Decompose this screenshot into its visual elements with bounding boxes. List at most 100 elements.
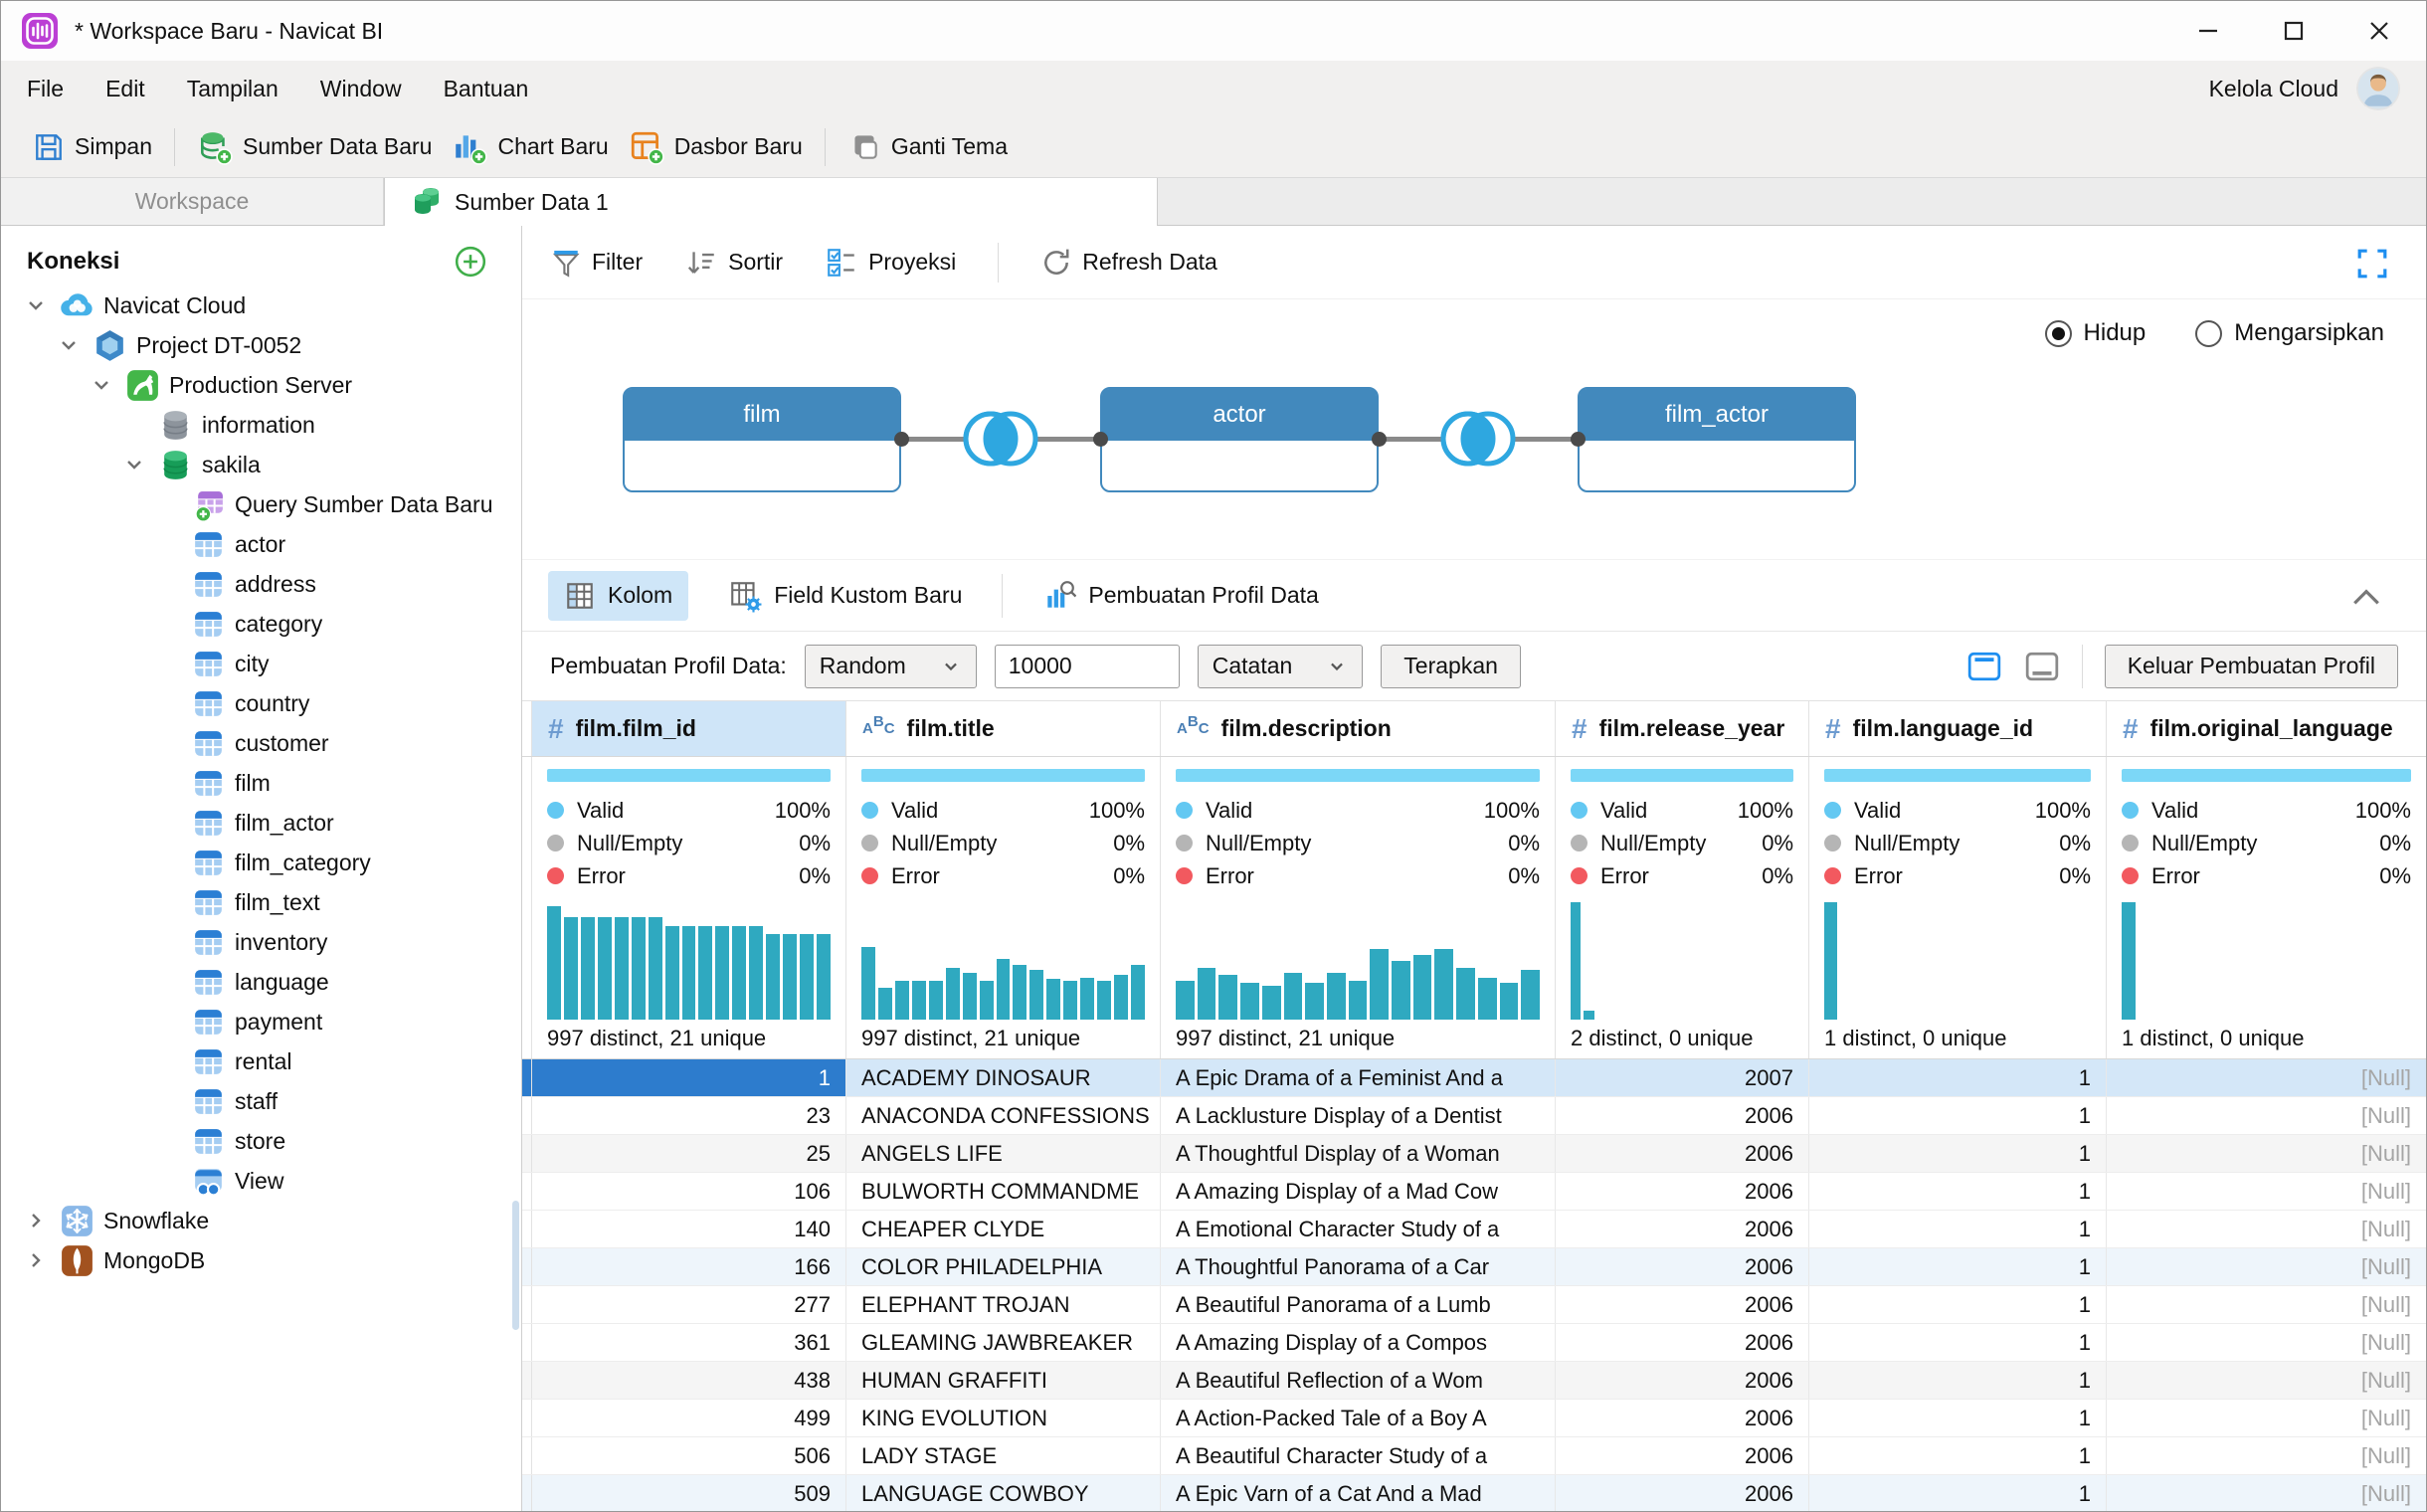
table-row[interactable]: 140CHEAPER CLYDEA Emotional Character St… [522,1211,2426,1248]
tree-item-project-dt-0052[interactable]: Project DT-0052 [1,325,521,365]
tree-item-address[interactable]: address [1,564,521,604]
tree-item-snowflake[interactable]: Snowflake [1,1201,521,1240]
cell-film.release_year[interactable]: 2006 [1556,1135,1809,1172]
cell-film.original_language[interactable]: [Null] [2107,1059,2426,1096]
entity-film[interactable]: film [623,387,901,492]
tab-workspace[interactable]: Workspace [1,178,384,225]
fullscreen-icon[interactable] [2356,248,2388,285]
cell-film.language_id[interactable]: 1 [1809,1248,2107,1285]
entity-film_actor[interactable]: film_actor [1578,387,1856,492]
cell-film.title[interactable]: ELEPHANT TROJAN [846,1286,1161,1323]
cell-film.description[interactable]: A Amazing Display of a Mad Cow [1161,1173,1556,1210]
cell-film.description[interactable]: A Action-Packed Tale of a Boy A [1161,1400,1556,1436]
cell-film.original_language[interactable]: [Null] [2107,1097,2426,1134]
tree-item-film-category[interactable]: film_category [1,843,521,882]
cell-film.title[interactable]: ACADEMY DINOSAUR [846,1059,1161,1096]
tree-item-actor[interactable]: actor [1,524,521,564]
save-button[interactable]: Simpan [23,131,162,163]
projection-button[interactable]: Proyeksi [825,247,956,279]
cell-film.title[interactable]: LANGUAGE COWBOY [846,1475,1161,1511]
radio-mengarsipkan[interactable]: Mengarsipkan [2195,319,2384,347]
new-chart-button[interactable]: Chart Baru [442,129,618,165]
cell-film.language_id[interactable]: 1 [1809,1475,2107,1511]
cell-film.release_year[interactable]: 2006 [1556,1248,1809,1285]
menu-bantuan[interactable]: Bantuan [444,76,529,102]
cell-film.release_year[interactable]: 2006 [1556,1097,1809,1134]
collapse-panel-icon[interactable] [2350,586,2382,614]
table-row[interactable]: 166COLOR PHILADELPHIAA Thoughtful Panora… [522,1248,2426,1286]
data-profiling-button[interactable]: Pembuatan Profil Data [1027,570,1334,622]
tree-item-navicat-cloud[interactable]: Navicat Cloud [1,285,521,325]
table-row[interactable]: 1ACADEMY DINOSAURA Epic Drama of a Femin… [522,1059,2426,1097]
cell-film.description[interactable]: A Beautiful Panorama of a Lumb [1161,1286,1556,1323]
cell-film.description[interactable]: A Thoughtful Display of a Woman [1161,1135,1556,1172]
column-header-film.title[interactable]: ABCfilm.title [846,701,1161,756]
cell-film.release_year[interactable]: 2006 [1556,1362,1809,1399]
cell-film.description[interactable]: A Beautiful Character Study of a [1161,1437,1556,1474]
cell-film.original_language[interactable]: [Null] [2107,1362,2426,1399]
cell-film.release_year[interactable]: 2006 [1556,1286,1809,1323]
cell-film.title[interactable]: BULWORTH COMMANDME [846,1173,1161,1210]
cell-film.release_year[interactable]: 2006 [1556,1475,1809,1511]
cell-film.original_language[interactable]: [Null] [2107,1173,2426,1210]
cell-film.title[interactable]: KING EVOLUTION [846,1400,1161,1436]
kelola-cloud-button[interactable]: Kelola Cloud [2209,76,2338,102]
cell-film.original_language[interactable]: [Null] [2107,1286,2426,1323]
tree-item-film-actor[interactable]: film_actor [1,803,521,843]
cell-film.language_id[interactable]: 1 [1809,1211,2107,1247]
cell-film.description[interactable]: A Lacklusture Display of a Dentist [1161,1097,1556,1134]
table-row[interactable]: 438HUMAN GRAFFITIA Beautiful Reflection … [522,1362,2426,1400]
cell-film.title[interactable]: LADY STAGE [846,1437,1161,1474]
cell-film.film_id[interactable]: 361 [532,1324,846,1361]
tree-item-customer[interactable]: customer [1,723,521,763]
cell-film.original_language[interactable]: [Null] [2107,1324,2426,1361]
cell-film.film_id[interactable]: 25 [532,1135,846,1172]
apply-button[interactable]: Terapkan [1381,645,1521,688]
exit-profiling-button[interactable]: Keluar Pembuatan Profil [2105,645,2398,688]
join-icon[interactable] [958,403,1043,479]
cell-film.title[interactable]: ANACONDA CONFESSIONS [846,1097,1161,1134]
cell-film.release_year[interactable]: 2006 [1556,1324,1809,1361]
join-icon[interactable] [1435,403,1521,479]
cell-film.original_language[interactable]: [Null] [2107,1135,2426,1172]
new-data-source-button[interactable]: Sumber Data Baru [187,129,442,165]
cell-film.language_id[interactable]: 1 [1809,1135,2107,1172]
tree-item-film-text[interactable]: film_text [1,882,521,922]
tree-item-inventory[interactable]: inventory [1,922,521,962]
column-header-film.film_id[interactable]: #film.film_id [532,701,846,756]
table-row[interactable]: 509LANGUAGE COWBOYA Epic Varn of a Cat A… [522,1475,2426,1511]
cell-film.film_id[interactable]: 499 [532,1400,846,1436]
cell-film.original_language[interactable]: [Null] [2107,1211,2426,1247]
cell-film.language_id[interactable]: 1 [1809,1097,2107,1134]
cell-film.title[interactable]: HUMAN GRAFFITI [846,1362,1161,1399]
limit-input[interactable]: 10000 [995,645,1180,688]
menu-window[interactable]: Window [320,76,402,102]
tree-item-store[interactable]: store [1,1121,521,1161]
close-button[interactable] [2366,18,2392,44]
minimize-button[interactable] [2195,18,2221,44]
menu-edit[interactable]: Edit [105,76,145,102]
table-row[interactable]: 23ANACONDA CONFESSIONSA Lacklusture Disp… [522,1097,2426,1135]
profile-top-view-icon[interactable] [1966,651,2002,682]
cell-film.language_id[interactable]: 1 [1809,1286,2107,1323]
column-header-film.language_id[interactable]: #film.language_id [1809,701,2107,756]
tree-item-sakila[interactable]: sakila [1,445,521,484]
table-row[interactable]: 25ANGELS LIFEA Thoughtful Display of a W… [522,1135,2426,1173]
tree-item-production-server[interactable]: Production Server [1,365,521,405]
entity-actor[interactable]: actor [1100,387,1379,492]
cell-film.film_id[interactable]: 106 [532,1173,846,1210]
cell-film.original_language[interactable]: [Null] [2107,1437,2426,1474]
filter-button[interactable]: Filter [550,247,643,279]
tree-item-rental[interactable]: rental [1,1041,521,1081]
tree-item-information[interactable]: information [1,405,521,445]
radio-unselected-icon[interactable] [2195,320,2222,347]
cell-film.title[interactable]: COLOR PHILADELPHIA [846,1248,1161,1285]
cell-film.film_id[interactable]: 140 [532,1211,846,1247]
tree-item-payment[interactable]: payment [1,1002,521,1041]
cell-film.description[interactable]: A Beautiful Reflection of a Wom [1161,1362,1556,1399]
column-header-film.release_year[interactable]: #film.release_year [1556,701,1809,756]
cell-film.title[interactable]: CHEAPER CLYDE [846,1211,1161,1247]
avatar[interactable] [2356,67,2400,110]
refresh-data-button[interactable]: Refresh Data [1040,247,1217,279]
cell-film.release_year[interactable]: 2006 [1556,1400,1809,1436]
